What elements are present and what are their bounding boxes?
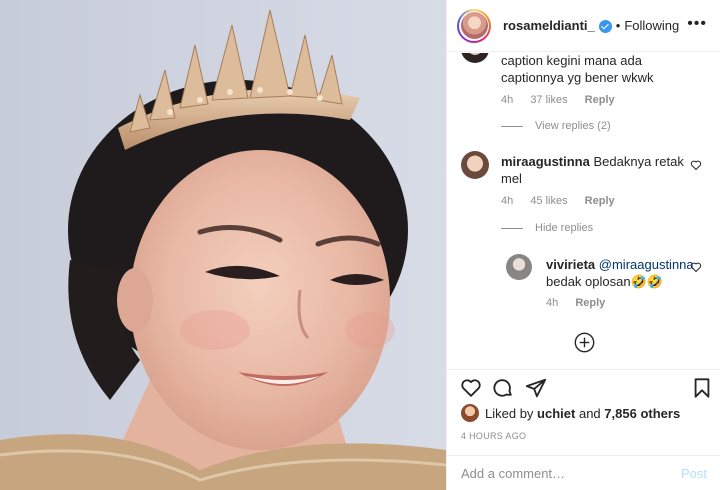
reply-username[interactable]: vivirieta (546, 257, 595, 272)
comment-avatar[interactable] (461, 151, 489, 179)
save-bookmark-icon[interactable] (691, 377, 713, 399)
reply-button[interactable]: Reply (585, 195, 615, 207)
post-actions-bar (447, 369, 720, 403)
likes-summary[interactable]: Liked by uchiet and 7,856 others (461, 404, 680, 422)
more-options-icon[interactable]: ••• (687, 16, 707, 32)
hide-replies-button[interactable]: Hide replies (501, 222, 593, 234)
replies-line (501, 227, 523, 229)
reply-text: vivirieta @miraagustinna bedak oplosan🤣🤣 (546, 257, 694, 289)
replies-line (501, 125, 523, 127)
view-replies-button[interactable]: View replies (2) (501, 120, 611, 132)
comment-text: miraagustinna Bedaknya retak mel (501, 154, 684, 186)
share-paper-plane-icon[interactable] (525, 377, 547, 399)
post-sidebar: rosameldianti_ • Following ••• caption k… (446, 0, 720, 490)
load-more-comments-icon[interactable] (574, 332, 595, 353)
comment-text: caption kegini mana ada captionnya yg be… (501, 53, 654, 85)
reply-button[interactable]: Reply (575, 297, 605, 309)
reply-mention[interactable]: @miraagustinna (599, 257, 694, 272)
reply-time: 4h (546, 297, 559, 309)
add-comment-bar: Post (447, 455, 720, 490)
like-reply-heart-icon[interactable] (690, 261, 702, 273)
reply-button[interactable]: Reply (585, 94, 615, 106)
author-username[interactable]: rosameldianti_ (503, 18, 595, 33)
reply-meta: 4h Reply (546, 297, 619, 309)
post-header: rosameldianti_ • Following ••• (447, 0, 720, 52)
liker-username[interactable]: uchiet (537, 406, 575, 421)
following-button[interactable]: Following (624, 18, 679, 33)
comment-likes[interactable]: 37 likes (530, 94, 567, 106)
liker-avatar[interactable] (461, 404, 479, 422)
comment-input[interactable] (461, 465, 681, 481)
post-comment-button[interactable]: Post (681, 466, 707, 481)
header-separator: • (615, 18, 621, 33)
like-heart-icon[interactable] (460, 377, 482, 399)
comment-avatar[interactable] (461, 53, 489, 63)
post-photo[interactable] (0, 0, 446, 490)
comment-likes[interactable]: 45 likes (530, 195, 567, 207)
post-timestamp[interactable]: 4 HOURS AGO (461, 431, 526, 441)
verified-badge-icon (598, 20, 612, 33)
comment-meta: 4h 45 likes Reply (501, 195, 629, 207)
comment-meta: 4h 37 likes Reply (501, 94, 629, 106)
comment-bubble-icon[interactable] (492, 377, 514, 399)
like-comment-heart-icon[interactable] (690, 159, 702, 171)
bride-portrait-image (0, 0, 446, 490)
reply-avatar[interactable] (506, 254, 532, 280)
author-avatar[interactable] (457, 8, 491, 43)
comment-time: 4h (501, 94, 514, 106)
comment-time: 4h (501, 195, 514, 207)
comments-list[interactable]: caption kegini mana ada captionnya yg be… (447, 53, 720, 368)
likes-others[interactable]: 7,856 others (604, 406, 680, 421)
comment-username[interactable]: miraagustinna (501, 154, 590, 169)
